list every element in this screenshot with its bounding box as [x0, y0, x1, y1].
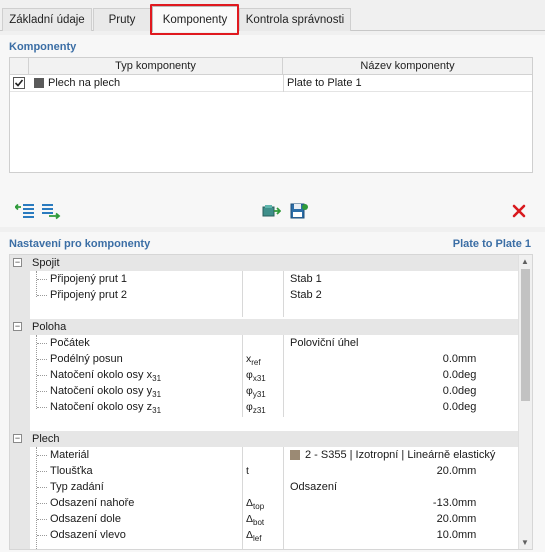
- row-natoceni-x[interactable]: Natočení okolo osy x31 φx31 0.0 deg: [10, 367, 518, 383]
- row-odsazeni-nahore[interactable]: Odsazení nahoře Δtop -13.0 mm: [10, 495, 518, 511]
- row-natoceni-z[interactable]: Natočení okolo osy z31 φz31 0.0 deg: [10, 399, 518, 415]
- column-header-type[interactable]: Typ komponenty: [29, 58, 283, 75]
- settings-tree: − Spojit Připojený prut 1 Stab 1 Připoje…: [9, 254, 533, 550]
- row-natoceni-y[interactable]: Natočení okolo osy y31 φy31 0.0 deg: [10, 383, 518, 399]
- tab-zakladni-udaje[interactable]: Základní údaje: [2, 8, 92, 31]
- section-plech[interactable]: − Plech: [10, 431, 518, 447]
- table-row[interactable]: Plech na plech Plate to Plate 1: [10, 75, 532, 92]
- collapse-icon[interactable]: −: [13, 434, 22, 443]
- collapse-icon[interactable]: −: [13, 258, 22, 267]
- scroll-thumb[interactable]: [521, 269, 530, 401]
- delete-icon[interactable]: [508, 201, 530, 221]
- row-typ-zadani[interactable]: Typ zadání Odsazení: [10, 479, 518, 495]
- row-checkbox[interactable]: [13, 77, 25, 89]
- row-pripojeny-prut-2[interactable]: Připojený prut 2 Stab 2: [10, 287, 518, 303]
- row-odsazeni-vlevo[interactable]: Odsazení vlevo Δlef 10.0 mm: [10, 527, 518, 543]
- row-podelny-posun[interactable]: Podélný posun xref 0.0 mm: [10, 351, 518, 367]
- settings-scrollbar[interactable]: ▲ ▼: [518, 255, 532, 549]
- material-color-swatch: [290, 450, 300, 460]
- row-pocatek[interactable]: Počátek Poloviční úhel: [10, 335, 518, 351]
- row-tloustka[interactable]: Tloušťka t 20.0 mm: [10, 463, 518, 479]
- tab-komponenty[interactable]: Komponenty: [152, 6, 238, 32]
- component-color-swatch: [34, 78, 44, 88]
- tab-pruty[interactable]: Pruty: [93, 8, 151, 31]
- settings-current-component: Plate to Plate 1: [452, 238, 531, 250]
- column-header-name[interactable]: Název komponenty: [283, 58, 532, 75]
- import-component-icon[interactable]: [260, 201, 282, 221]
- scroll-up-icon[interactable]: ▲: [521, 257, 529, 266]
- insert-below-icon[interactable]: [40, 201, 62, 221]
- components-panel: Komponenty Typ komponenty Název komponen…: [0, 35, 545, 227]
- insert-above-icon[interactable]: [14, 201, 36, 221]
- collapse-icon[interactable]: −: [13, 322, 22, 331]
- tab-bar: Základní údaje Pruty Komponenty Kontrola…: [0, 0, 545, 35]
- component-name[interactable]: Plate to Plate 1: [287, 75, 362, 91]
- row-pripojeny-prut-1[interactable]: Připojený prut 1 Stab 1: [10, 271, 518, 287]
- components-title: Komponenty: [9, 41, 77, 53]
- tab-kontrola-spravnosti[interactable]: Kontrola správnosti: [239, 8, 351, 31]
- component-type: Plech na plech: [48, 77, 121, 89]
- section-spojit[interactable]: − Spojit: [10, 255, 518, 271]
- row-odsazeni-dole[interactable]: Odsazení dole Δbot 20.0 mm: [10, 511, 518, 527]
- settings-title: Nastavení pro komponenty: [9, 238, 151, 250]
- row-material[interactable]: Materiál 2 - S355 | Izotropní | Lineárně…: [10, 447, 518, 463]
- components-table: Typ komponenty Název komponenty Plech na…: [9, 57, 533, 173]
- scroll-down-icon[interactable]: ▼: [521, 538, 529, 547]
- save-component-icon[interactable]: [288, 201, 310, 221]
- section-poloha[interactable]: − Poloha: [10, 319, 518, 335]
